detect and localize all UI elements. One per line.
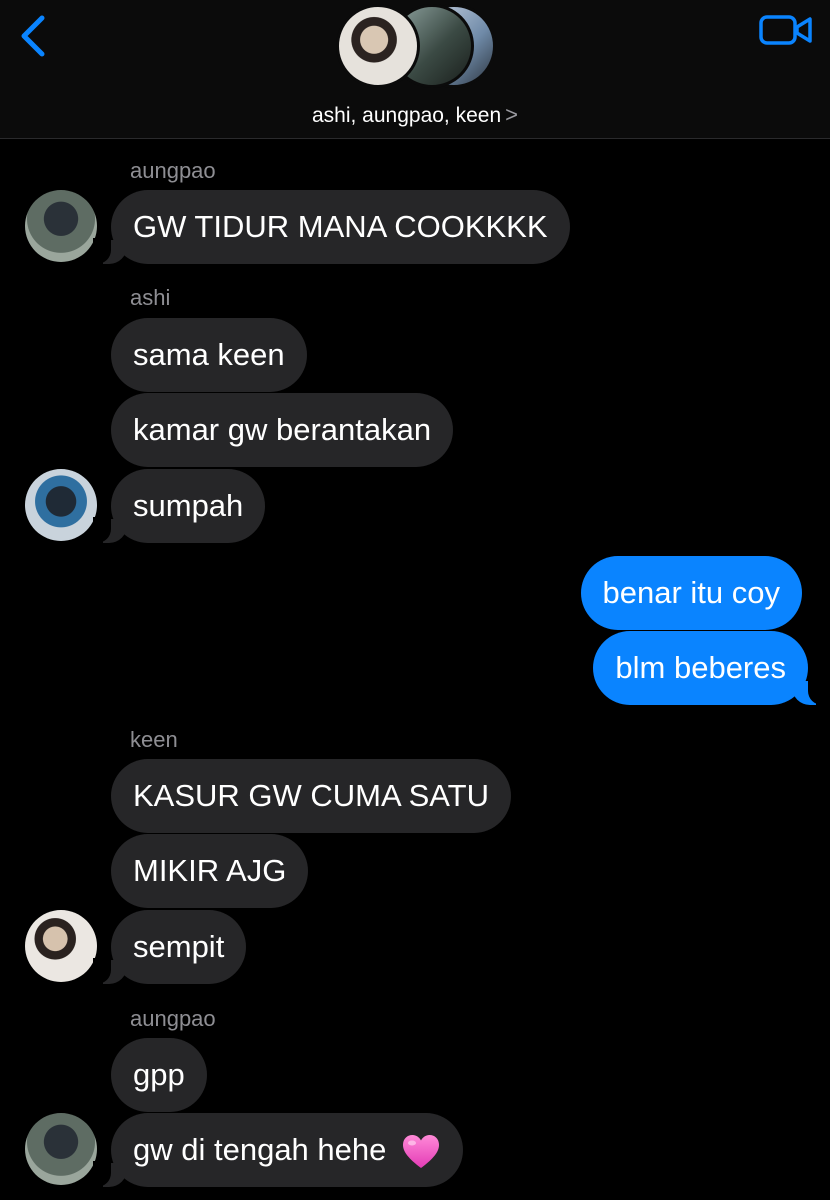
avatar[interactable] bbox=[25, 190, 97, 262]
message-text: sumpah bbox=[133, 488, 244, 523]
group-avatar-stack[interactable] bbox=[336, 4, 496, 90]
group-title-text: ashi, aungpao, keen bbox=[311, 104, 502, 127]
message-bubble-outgoing[interactable]: blm beberes bbox=[593, 631, 826, 705]
message-text: sempit bbox=[133, 929, 225, 964]
message-bubble-outgoing[interactable]: benar itu coy bbox=[580, 556, 802, 630]
chevron-right-icon: > bbox=[505, 102, 518, 127]
chat-header: ashi, aungpao, keen > bbox=[0, 0, 830, 139]
sender-name: aungpao bbox=[130, 1006, 216, 1031]
message-text: gw di tengah hehe bbox=[133, 1132, 387, 1167]
pink-heart-icon bbox=[403, 1134, 439, 1168]
message-text: MIKIR AJG bbox=[133, 853, 287, 888]
message-text: blm beberes bbox=[615, 650, 786, 685]
message-bubble[interactable]: kamar gw berantakan bbox=[111, 393, 454, 467]
sender-name: ashi bbox=[130, 285, 171, 310]
message-text: gpp bbox=[133, 1057, 185, 1092]
message-bubble[interactable]: gw di tengah hehe bbox=[93, 1113, 463, 1187]
avatar bbox=[336, 4, 420, 88]
message-text: KASUR GW CUMA SATU bbox=[133, 778, 489, 813]
avatar[interactable] bbox=[25, 1113, 97, 1185]
sender-name: keen bbox=[130, 727, 178, 752]
message-text: GW TIDUR MANA COOKKKK bbox=[133, 209, 548, 244]
message-bubble[interactable]: MIKIR AJG bbox=[111, 834, 309, 908]
message-text: sama keen bbox=[133, 337, 285, 372]
chat-screen: ashi, aungpao, keen > aungpao GW TIDUR MA… bbox=[0, 0, 830, 1200]
video-camera-icon[interactable] bbox=[758, 12, 814, 48]
message-bubble[interactable]: sama keen bbox=[111, 318, 307, 392]
message-bubble[interactable]: gpp bbox=[111, 1038, 207, 1112]
message-text: benar itu coy bbox=[602, 575, 781, 610]
chevron-left-icon[interactable] bbox=[14, 12, 54, 60]
message-bubble[interactable]: GW TIDUR MANA COOKKKK bbox=[93, 190, 570, 264]
message-text: kamar gw berantakan bbox=[133, 412, 432, 447]
avatar[interactable] bbox=[25, 910, 97, 982]
avatar[interactable] bbox=[25, 469, 97, 541]
message-bubble[interactable]: sumpah bbox=[92, 469, 266, 543]
message-bubble[interactable]: sempit bbox=[92, 910, 247, 984]
group-title[interactable]: ashi, aungpao, keen > bbox=[0, 102, 830, 128]
message-bubble[interactable]: KASUR GW CUMA SATU bbox=[111, 759, 511, 833]
sender-name: aungpao bbox=[130, 158, 216, 183]
